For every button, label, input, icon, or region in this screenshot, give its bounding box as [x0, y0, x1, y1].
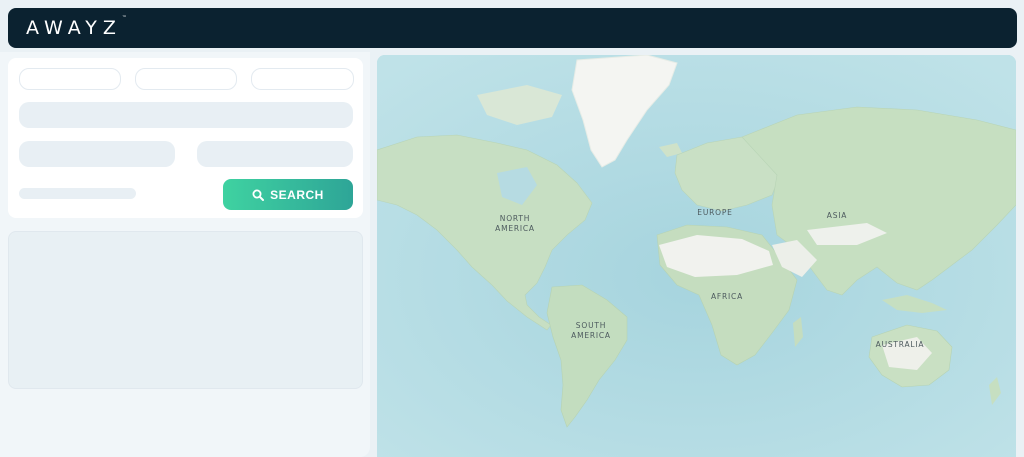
date-to-input-placeholder[interactable] [197, 141, 353, 167]
world-map[interactable]: NORTH AMERICA SOUTH AMERICA EUROPE ASIA … [377, 55, 1016, 457]
logo-text: AWAYZ [26, 17, 122, 39]
destination-input-placeholder[interactable] [19, 102, 353, 128]
app-logo[interactable]: AWAYZ™ [26, 15, 127, 39]
label-asia: ASIA [826, 211, 848, 220]
filter-field-placeholder[interactable] [251, 68, 354, 90]
option-text-placeholder [19, 188, 136, 199]
label-south-america: SOUTH AMERICA [571, 321, 611, 340]
filter-field-placeholder[interactable] [19, 68, 121, 90]
search-icon [252, 189, 265, 201]
filter-field-placeholder[interactable] [135, 68, 237, 90]
label-europe: EUROPE [697, 208, 733, 217]
label-australia: AUSTRALIA [875, 340, 925, 349]
label-africa: AFRICA [710, 292, 744, 301]
map-canvas[interactable] [377, 55, 1016, 457]
results-placeholder [8, 231, 363, 389]
search-button-label: SEARCH [270, 187, 324, 202]
trademark-mark: ™ [121, 15, 127, 21]
label-north-america: NORTH AMERICA [495, 214, 535, 233]
search-button[interactable]: SEARCH [223, 179, 353, 210]
date-from-input-placeholder[interactable] [19, 141, 175, 167]
top-bar: AWAYZ™ [8, 8, 1017, 48]
